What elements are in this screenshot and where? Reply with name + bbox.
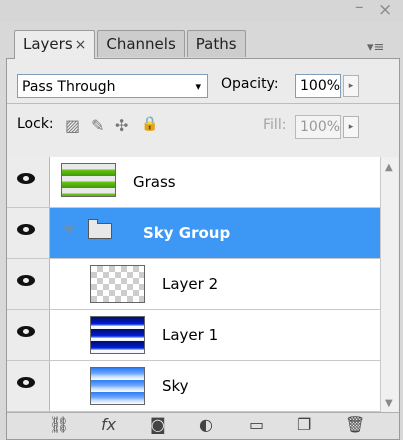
link-layers-icon[interactable]: ⛓ — [49, 415, 69, 434]
layers-toolbar: ⛓ fx ◙ ◐ ▭ ❐ 🗑 — [7, 412, 399, 439]
tab-channels[interactable]: Channels — [97, 30, 185, 57]
tab-layers-label: Layers — [23, 35, 73, 53]
tab-close-icon[interactable]: × — [75, 37, 87, 53]
tab-layers[interactable]: Layers × — [14, 30, 96, 59]
delete-layer-icon[interactable]: 🗑 — [345, 415, 365, 434]
scroll-down-icon[interactable]: ▼ — [385, 398, 393, 409]
opacity-slider-button[interactable]: ▸ — [343, 75, 359, 97]
blend-mode-value: Pass Through — [22, 79, 116, 95]
layer-name: Sky — [162, 377, 189, 395]
fill-label: Fill: — [263, 117, 287, 133]
layer-name: Layer 2 — [162, 275, 219, 293]
eye-icon — [17, 275, 35, 286]
chevron-down-icon: ▾ — [195, 80, 201, 93]
layer-style-icon[interactable]: fx — [101, 415, 116, 434]
opacity-field[interactable]: 100% — [295, 74, 341, 98]
scroll-up-icon[interactable]: ▲ — [385, 162, 393, 173]
blend-opacity-row: Pass Through ▾ Opacity: 100% ▸ — [13, 70, 393, 98]
panel-menu-icon[interactable]: ▾≡ — [367, 40, 397, 56]
visibility-toggle[interactable] — [7, 259, 50, 309]
fill-field[interactable]: 100% — [295, 115, 341, 139]
lock-position-icon[interactable]: ✣ — [115, 116, 128, 135]
panel-title-bar: – × — [0, 0, 403, 22]
layer-thumbnail — [90, 367, 145, 405]
visibility-toggle[interactable] — [7, 157, 50, 207]
layer-row-sky[interactable]: Sky — [7, 361, 380, 412]
layer-name: Grass — [133, 173, 176, 191]
layer-name: Layer 1 — [162, 326, 219, 344]
opacity-label: Opacity: — [221, 76, 279, 92]
new-layer-icon[interactable]: ❐ — [297, 415, 311, 434]
layers-panel: Pass Through ▾ Opacity: 100% ▸ Lock: ▨ ✎… — [6, 58, 400, 440]
layer-thumbnail — [61, 163, 116, 197]
eye-icon — [17, 377, 35, 388]
panel-tabs: Layers × Channels Paths — [14, 30, 248, 59]
visibility-toggle[interactable] — [7, 310, 50, 360]
lock-transparent-pixels-icon[interactable]: ▨ — [65, 116, 80, 135]
tab-channels-label: Channels — [106, 35, 176, 53]
eye-icon — [17, 173, 35, 184]
eye-icon — [17, 224, 35, 235]
eye-icon — [17, 326, 35, 337]
close-icon[interactable]: × — [378, 0, 392, 20]
folder-icon — [88, 219, 112, 239]
expand-triangle-icon[interactable] — [63, 225, 75, 234]
tab-paths[interactable]: Paths — [186, 30, 246, 57]
layer-row-grass[interactable]: Grass — [7, 157, 380, 208]
lock-image-pixels-icon[interactable]: ✎ — [91, 116, 104, 135]
layer-thumbnail — [90, 265, 145, 303]
layer-thumbnail — [90, 316, 145, 354]
visibility-toggle[interactable] — [7, 361, 50, 411]
layer-row-layer-2[interactable]: Layer 2 — [7, 259, 380, 310]
adjustment-layer-icon[interactable]: ◐ — [199, 415, 213, 434]
blend-mode-select[interactable]: Pass Through ▾ — [17, 74, 208, 98]
divider — [7, 103, 399, 104]
layer-row-layer-1[interactable]: Layer 1 — [7, 310, 380, 361]
layer-name: Sky Group — [143, 224, 231, 242]
lock-fill-row: Lock: ▨ ✎ ✣ 🔒 Fill: 100% ▸ — [13, 111, 393, 141]
layers-scrollbar[interactable]: ▲ ▼ — [380, 157, 398, 412]
add-mask-icon[interactable]: ◙ — [150, 415, 166, 434]
visibility-toggle[interactable] — [7, 208, 50, 258]
fill-slider-button[interactable]: ▸ — [343, 116, 359, 138]
new-group-icon[interactable]: ▭ — [249, 415, 264, 434]
layer-row-sky-group[interactable]: Sky Group — [7, 208, 380, 259]
layers-list: Grass Sky Group Layer 2 Layer 1 Sky — [7, 157, 380, 412]
lock-label: Lock: — [17, 116, 54, 132]
lock-all-icon[interactable]: 🔒 — [141, 116, 158, 132]
minimize-icon[interactable]: – — [355, 0, 364, 17]
tab-paths-label: Paths — [195, 35, 237, 53]
